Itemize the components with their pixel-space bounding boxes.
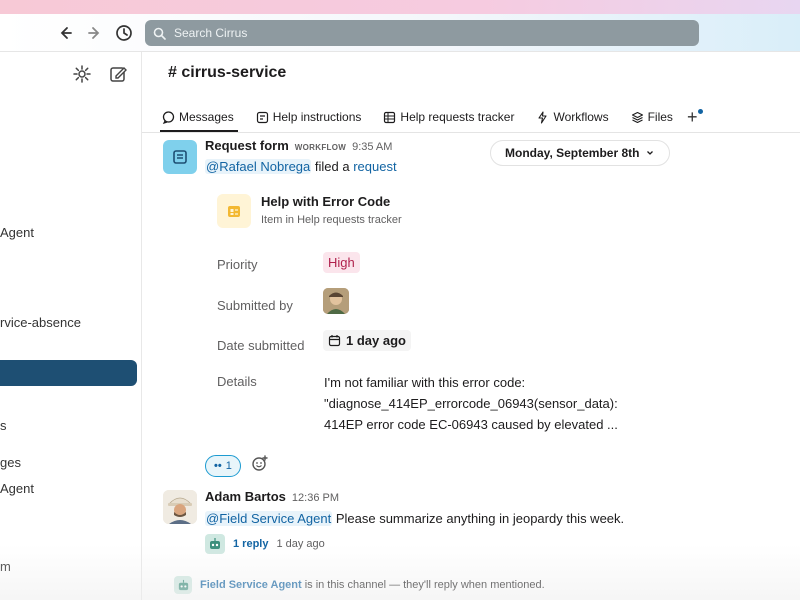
tab-help-instructions[interactable]: Help instructions [256,102,362,132]
workflow-message-text: @Rafael Nobrega filed a request [205,159,397,174]
date-value-text: 1 day ago [346,333,406,348]
window-top-band [0,0,800,14]
sender-name[interactable]: Request form [205,138,289,153]
form-icon [173,150,187,164]
list-icon [384,111,396,123]
tracker-item-icon [217,194,251,228]
canvas-icon [256,111,268,123]
search-icon [153,27,166,40]
message-time[interactable]: 9:35 AM [352,141,392,153]
sidebar-item-agent[interactable]: Agent [0,225,34,240]
add-tab-button[interactable]: + [686,106,704,128]
reactions-bar: •• 1 [205,454,269,477]
message-body: Please summarize anything in jeopardy th… [335,511,625,526]
details-text: I'm not familiar with this error code: "… [324,372,654,435]
forward-arrow-icon[interactable] [84,22,106,44]
search-input[interactable]: Search Cirrus [145,20,699,46]
new-indicator-dot [698,108,704,114]
priority-label: Priority [217,257,258,272]
message-text: @Field Service Agent Please summarize an… [205,511,624,526]
eyes-emoji: •• [214,459,222,472]
tab-workflows[interactable]: Workflows [536,102,609,132]
agent-name-link[interactable]: Field Service Agent [200,579,302,591]
sidebar-item-m[interactable]: m [0,559,11,574]
sidebar-item-messages[interactable]: ges [0,455,21,470]
priority-badge: High [323,252,360,273]
workflow-icon [538,110,548,124]
tab-label: Files [647,110,673,124]
reaction-pill[interactable]: •• 1 [205,454,241,477]
details-line: "diagnose_414EP_errorcode_06943(sensor_d… [324,396,618,411]
channel-title[interactable]: # cirrus-service [168,64,286,82]
back-arrow-icon[interactable] [54,22,76,44]
user-mention[interactable]: @Rafael Nobrega [205,159,312,174]
message-time[interactable]: 12:36 PM [292,492,339,504]
sidebar-item-active[interactable] [0,360,137,386]
tab-label: Help instructions [272,110,362,124]
date-submitted-label: Date submitted [217,338,305,353]
workflow-avatar[interactable] [163,140,197,174]
details-line: I'm not familiar with this error code: [324,375,526,390]
reaction-count: 1 [225,459,232,472]
date-divider-label: Monday, September 8th [505,146,640,160]
tabs-divider [142,132,800,133]
agent-avatar [205,534,225,554]
avatar[interactable] [163,490,197,524]
workflow-message-header: Request form WORKFLOW 9:35 AM [205,138,392,153]
date-submitted-value: 1 day ago [323,330,411,351]
tab-label: Messages [179,110,234,124]
calendar-icon [328,335,341,347]
avatar[interactable] [323,288,349,314]
chat-bubble-icon [162,110,175,124]
thread-summary[interactable]: 1 reply 1 day ago [205,534,325,554]
channel-main: # cirrus-service Messages Help instructi… [142,52,800,600]
message-header: Adam Bartos 12:36 PM [205,489,339,504]
channel-tabs: Messages Help instructions Help requests… [160,102,704,132]
add-emoji-icon [252,455,268,471]
chevron-down-icon [647,151,654,155]
sidebar-item-s[interactable]: s [0,418,7,433]
card-subtitle: Item in Help requests tracker [261,214,402,226]
files-icon [631,111,643,123]
tab-label: Help requests tracker [400,110,515,124]
request-link[interactable]: request [353,159,396,174]
workflow-badge: WORKFLOW [294,143,347,152]
sidebar-item-service-absence[interactable]: rvice-absence [0,315,81,330]
search-placeholder: Search Cirrus [174,26,248,40]
request-card[interactable]: Help with Error Code Item in Help reques… [205,186,655,436]
sender-name[interactable]: Adam Bartos [205,489,286,504]
tab-files[interactable]: Files [631,102,673,132]
sidebar-item-field-agent[interactable]: Agent [0,481,34,496]
robot-icon [178,579,188,590]
submitted-by-label: Submitted by [217,298,293,313]
date-divider-pill[interactable]: Monday, September 8th [490,140,671,166]
agent-mention[interactable]: @Field Service Agent [205,511,333,526]
tab-help-requests-tracker[interactable]: Help requests tracker [383,102,514,132]
message-text: filed a [314,159,350,174]
sidebar: Agent rvice-absence s ges Agent m [0,52,142,600]
channel-agent-notice: Field Service Agent is in this channel —… [174,576,545,594]
gear-icon[interactable] [72,64,94,86]
compose-icon[interactable] [108,64,130,86]
last-reply-time: 1 day ago [276,538,325,550]
card-title[interactable]: Help with Error Code [261,194,390,209]
add-reaction-button[interactable] [251,454,269,477]
tab-messages[interactable]: Messages [160,102,238,132]
reply-count-link[interactable]: 1 reply [233,538,268,550]
agent-avatar [174,576,192,594]
top-bar: Search Cirrus [0,14,800,52]
history-clock-icon[interactable] [113,22,135,44]
details-label: Details [217,374,257,389]
tab-label: Workflows [553,110,609,124]
details-line: 414EP error code EC-06943 caused by elev… [324,417,618,432]
robot-icon [210,538,220,549]
plus-icon: + [686,106,698,127]
notice-text: is in this channel — they'll reply when … [304,579,545,591]
